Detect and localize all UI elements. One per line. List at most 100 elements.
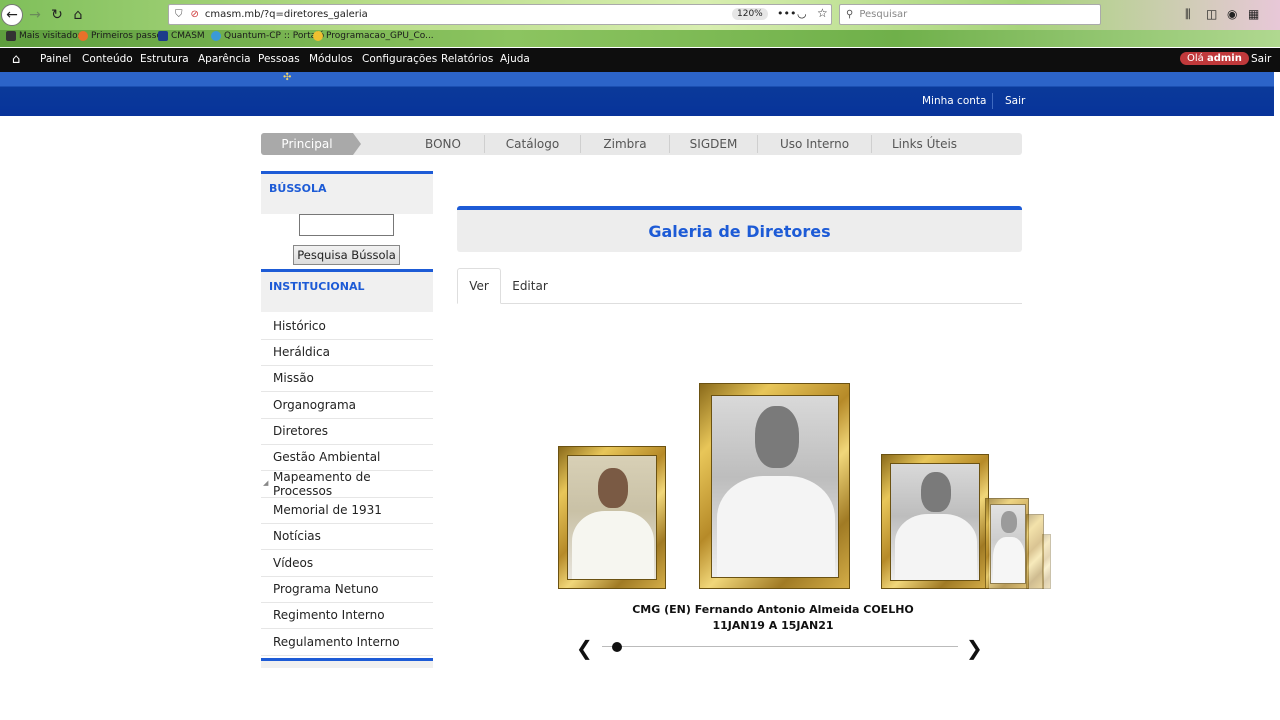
zoom-badge[interactable]: 120% (732, 8, 768, 20)
account-icon[interactable]: ◉ (1227, 7, 1237, 21)
nav-item-zimbra[interactable]: Zimbra (581, 133, 669, 155)
search-icon: ⚲ (846, 9, 854, 20)
admin-item-conteudo[interactable]: Conteúdo (82, 53, 133, 65)
insecure-lock-icon[interactable]: ⊘ (191, 9, 199, 20)
forward-arrow-icon[interactable]: → (24, 4, 46, 26)
gallery-slider-handle[interactable] (612, 642, 622, 652)
back-arrow-icon[interactable]: ← (1, 4, 23, 26)
bussola-search-button[interactable]: Pesquisa Bússola (293, 245, 400, 265)
url-text[interactable]: cmasm.mb/?q=diretores_galeria (205, 9, 368, 20)
director-portrait-featured[interactable] (699, 383, 850, 589)
portrait-uniform (993, 537, 1025, 583)
url-bar[interactable]: ⛉ ⊘ cmasm.mb/?q=diretores_galeria 120% •… (168, 4, 832, 25)
cc-icon (313, 31, 323, 41)
portrait-photo (990, 504, 1026, 584)
reload-icon[interactable]: ↻ (46, 4, 68, 26)
portrait-head (921, 472, 951, 512)
admin-item-configuracoes[interactable]: Configurações (362, 53, 437, 65)
admin-toolbar: ⌂ Painel Conteúdo Estrutura Aparência Pe… (0, 48, 1280, 72)
chevron-left-icon[interactable]: ❮ (576, 636, 593, 660)
anchor-icon: ✣ (283, 72, 292, 83)
admin-item-pessoas[interactable]: Pessoas (258, 53, 300, 65)
sidebar-item-regimento[interactable]: Regimento Interno (261, 602, 433, 629)
portrait-photo (567, 455, 657, 580)
sidebar-item-videos[interactable]: Vídeos (261, 550, 433, 577)
director-portrait[interactable] (881, 454, 989, 589)
browser-toolbar: ← → ↻ ⌂ ⛉ ⊘ cmasm.mb/?q=diretores_galeri… (0, 0, 1280, 30)
bookmark-most-visited[interactable]: Mais visitados (6, 31, 82, 41)
portrait-head (755, 406, 799, 468)
chevron-right-icon[interactable]: ❯ (966, 636, 983, 660)
portrait-uniform (895, 514, 977, 580)
portrait-photo (890, 463, 980, 581)
portrait-uniform (717, 476, 835, 577)
director-name: CMG (EN) Fernando Antonio Almeida COELHO (632, 603, 914, 616)
sidebar-item-mapeamento[interactable]: Mapeamento de Processos (261, 470, 433, 498)
tab-ver[interactable]: Ver (457, 268, 501, 304)
nav-item-links-uteis[interactable]: Links Úteis (872, 133, 977, 155)
firefox-icon (78, 31, 88, 41)
sidebar-item-memorial[interactable]: Memorial de 1931 (261, 497, 433, 524)
institucional-title: INSTITUCIONAL (269, 280, 365, 293)
admin-item-relatorios[interactable]: Relatórios (441, 53, 493, 65)
sidebar-item-gestao-ambiental[interactable]: Gestão Ambiental (261, 444, 433, 471)
main-nav: Principal BONO Catálogo Zimbra SIGDEM Us… (261, 133, 1022, 155)
sidebar-item-diretores[interactable]: Diretores (261, 418, 433, 445)
portrait-head (1001, 511, 1017, 533)
nav-item-catalogo[interactable]: Catálogo (485, 133, 580, 155)
admin-item-aparencia[interactable]: Aparência (198, 53, 251, 65)
gear-icon (6, 31, 16, 41)
my-account-link[interactable]: Minha conta (922, 95, 986, 107)
sidebar-item-noticias[interactable]: Notícias (261, 523, 433, 550)
director-portrait[interactable] (1042, 534, 1051, 589)
cmasm-icon (158, 31, 168, 41)
admin-item-estrutura[interactable]: Estrutura (140, 53, 189, 65)
admin-logout-link[interactable]: Sair (1251, 53, 1271, 65)
bussola-title: BÚSSOLA (269, 182, 327, 195)
home-icon[interactable]: ⌂ (12, 52, 20, 67)
institucional-block: INSTITUCIONAL (261, 269, 433, 312)
director-term-dates: 11JAN19 A 15JAN21 (712, 619, 834, 632)
admin-item-painel[interactable]: Painel (40, 53, 71, 65)
browser-search-input[interactable]: ⚲ Pesquisar (839, 4, 1101, 25)
bookmark-star-icon[interactable]: ☆ (817, 6, 828, 20)
header-divider (992, 93, 993, 109)
nav-item-sigdem[interactable]: SIGDEM (670, 133, 757, 155)
sidebar-item-organograma[interactable]: Organograma (261, 392, 433, 419)
bussola-search-input[interactable] (299, 214, 394, 236)
user-badge[interactable]: Olá admin (1180, 52, 1249, 65)
director-portrait[interactable] (558, 446, 666, 589)
sidebar-item-missao[interactable]: Missão (261, 365, 433, 392)
admin-item-ajuda[interactable]: Ajuda (500, 53, 530, 65)
sidebar-item-programa-netuno[interactable]: Programa Netuno (261, 576, 433, 603)
nav-item-uso-interno[interactable]: Uso Interno (758, 133, 871, 155)
sidebar-item-historico[interactable]: Histórico (261, 313, 433, 340)
page-title: Galeria de Diretores (648, 221, 831, 241)
bookmark-getting-started[interactable]: Primeiros passos (78, 31, 167, 41)
home-icon[interactable]: ⌂ (67, 4, 89, 26)
bookmark-cmasm[interactable]: CMASM (158, 31, 205, 41)
nav-item-principal[interactable]: Principal (261, 133, 361, 155)
sidebar-footer (261, 658, 433, 668)
nav-item-bono[interactable]: BONO (403, 133, 483, 155)
logout-link[interactable]: Sair (1005, 95, 1025, 107)
sidebar-icon[interactable]: ◫ (1206, 7, 1217, 21)
more-actions-icon[interactable]: ••• (777, 7, 796, 20)
portrait-head (598, 468, 628, 508)
tab-editar[interactable]: Editar (507, 268, 553, 304)
gallery-slider-track[interactable] (602, 646, 958, 647)
director-portrait[interactable] (985, 498, 1029, 589)
bookmarks-bar: Mais visitados Primeiros passos CMASM Qu… (0, 30, 1280, 47)
bussola-block: BÚSSOLA (261, 171, 433, 214)
library-icon[interactable]: ⫼ (1185, 7, 1191, 22)
bookmark-programacao[interactable]: Programacao_GPU_Co... (313, 31, 434, 41)
sidebar-item-heraldica[interactable]: Heráldica (261, 339, 433, 366)
shield-icon[interactable]: ⛉ (175, 9, 183, 20)
bookmark-quantum[interactable]: Quantum-CP :: Portaló (211, 31, 324, 41)
sidebar-item-regulamento[interactable]: Regulamento Interno (261, 629, 433, 656)
portrait-photo (711, 395, 839, 578)
extension-icon[interactable]: ▦ (1248, 7, 1259, 21)
pocket-icon[interactable]: ◡ (797, 7, 807, 20)
admin-item-modulos[interactable]: Módulos (309, 53, 353, 65)
page-title-box: Galeria de Diretores (457, 206, 1022, 252)
